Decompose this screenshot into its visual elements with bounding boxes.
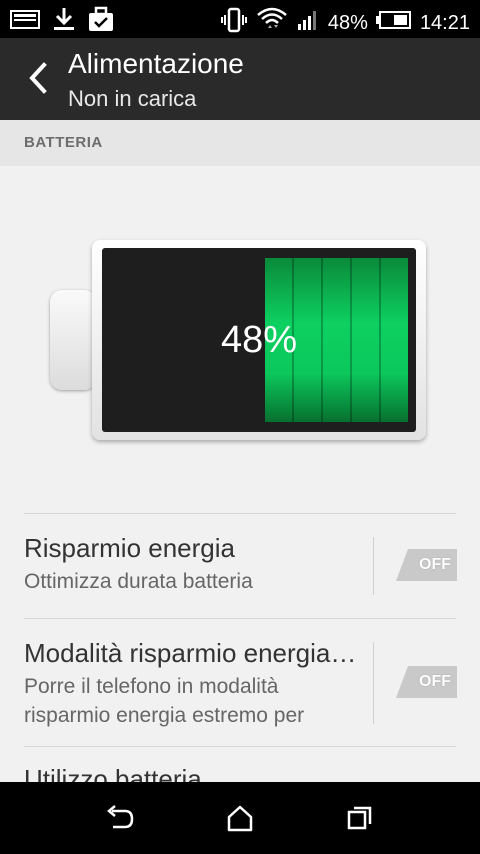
vibrate-icon (220, 7, 248, 38)
signal-icon (296, 8, 320, 37)
battery-body: 48% (92, 240, 426, 440)
back-arrow-icon (107, 805, 134, 829)
section-header: BATTERIA (0, 120, 480, 166)
divider (24, 513, 456, 514)
setting-subtitle: Ottimizza durata batteria (24, 570, 253, 593)
recent-apps-icon (347, 806, 372, 830)
vertical-separator (373, 642, 374, 724)
clock: 14:21 (419, 11, 470, 34)
app-header: Alimentazione Non in carica (0, 38, 480, 120)
battery-terminal (50, 290, 96, 390)
sd-card-icon (10, 8, 40, 35)
vertical-separator (373, 537, 374, 595)
back-nav-button[interactable] (100, 800, 140, 836)
battery-graphic: 48% (50, 238, 430, 444)
download-icon (52, 6, 76, 37)
notification-icons (10, 6, 114, 37)
navigation-bar (0, 782, 480, 854)
battery-inner: 48% (102, 248, 416, 432)
briefcase-check-icon (88, 6, 114, 37)
home-icon (227, 805, 253, 832)
battery-icon (375, 10, 412, 35)
setting-title: Risparmio energia (24, 533, 235, 563)
battery-level-text: 48% (220, 318, 298, 361)
wifi-icon (256, 6, 288, 39)
back-button[interactable] (18, 58, 58, 98)
page-subtitle: Non in carica (68, 86, 197, 111)
system-icons: 48% 14:21 (220, 6, 470, 39)
setting-title: Modalità risparmio energia e… (24, 638, 359, 668)
chevron-left-icon (29, 62, 47, 94)
battery-percent-text: 48% (327, 11, 368, 34)
extreme-power-saver-toggle[interactable]: OFF (396, 666, 457, 698)
toggle-state: OFF (419, 673, 451, 690)
page-title: Alimentazione (68, 48, 244, 79)
toggle-state: OFF (419, 556, 451, 573)
divider (24, 618, 456, 619)
power-saver-toggle[interactable]: OFF (396, 549, 457, 581)
home-nav-button[interactable] (220, 800, 260, 836)
section-label: BATTERIA (24, 134, 103, 151)
setting-subtitle: Porre il telefono in modalità risparmio … (24, 675, 305, 727)
status-bar: 48% 14:21 (0, 0, 480, 38)
recents-nav-button[interactable] (340, 800, 380, 836)
divider (24, 746, 456, 747)
